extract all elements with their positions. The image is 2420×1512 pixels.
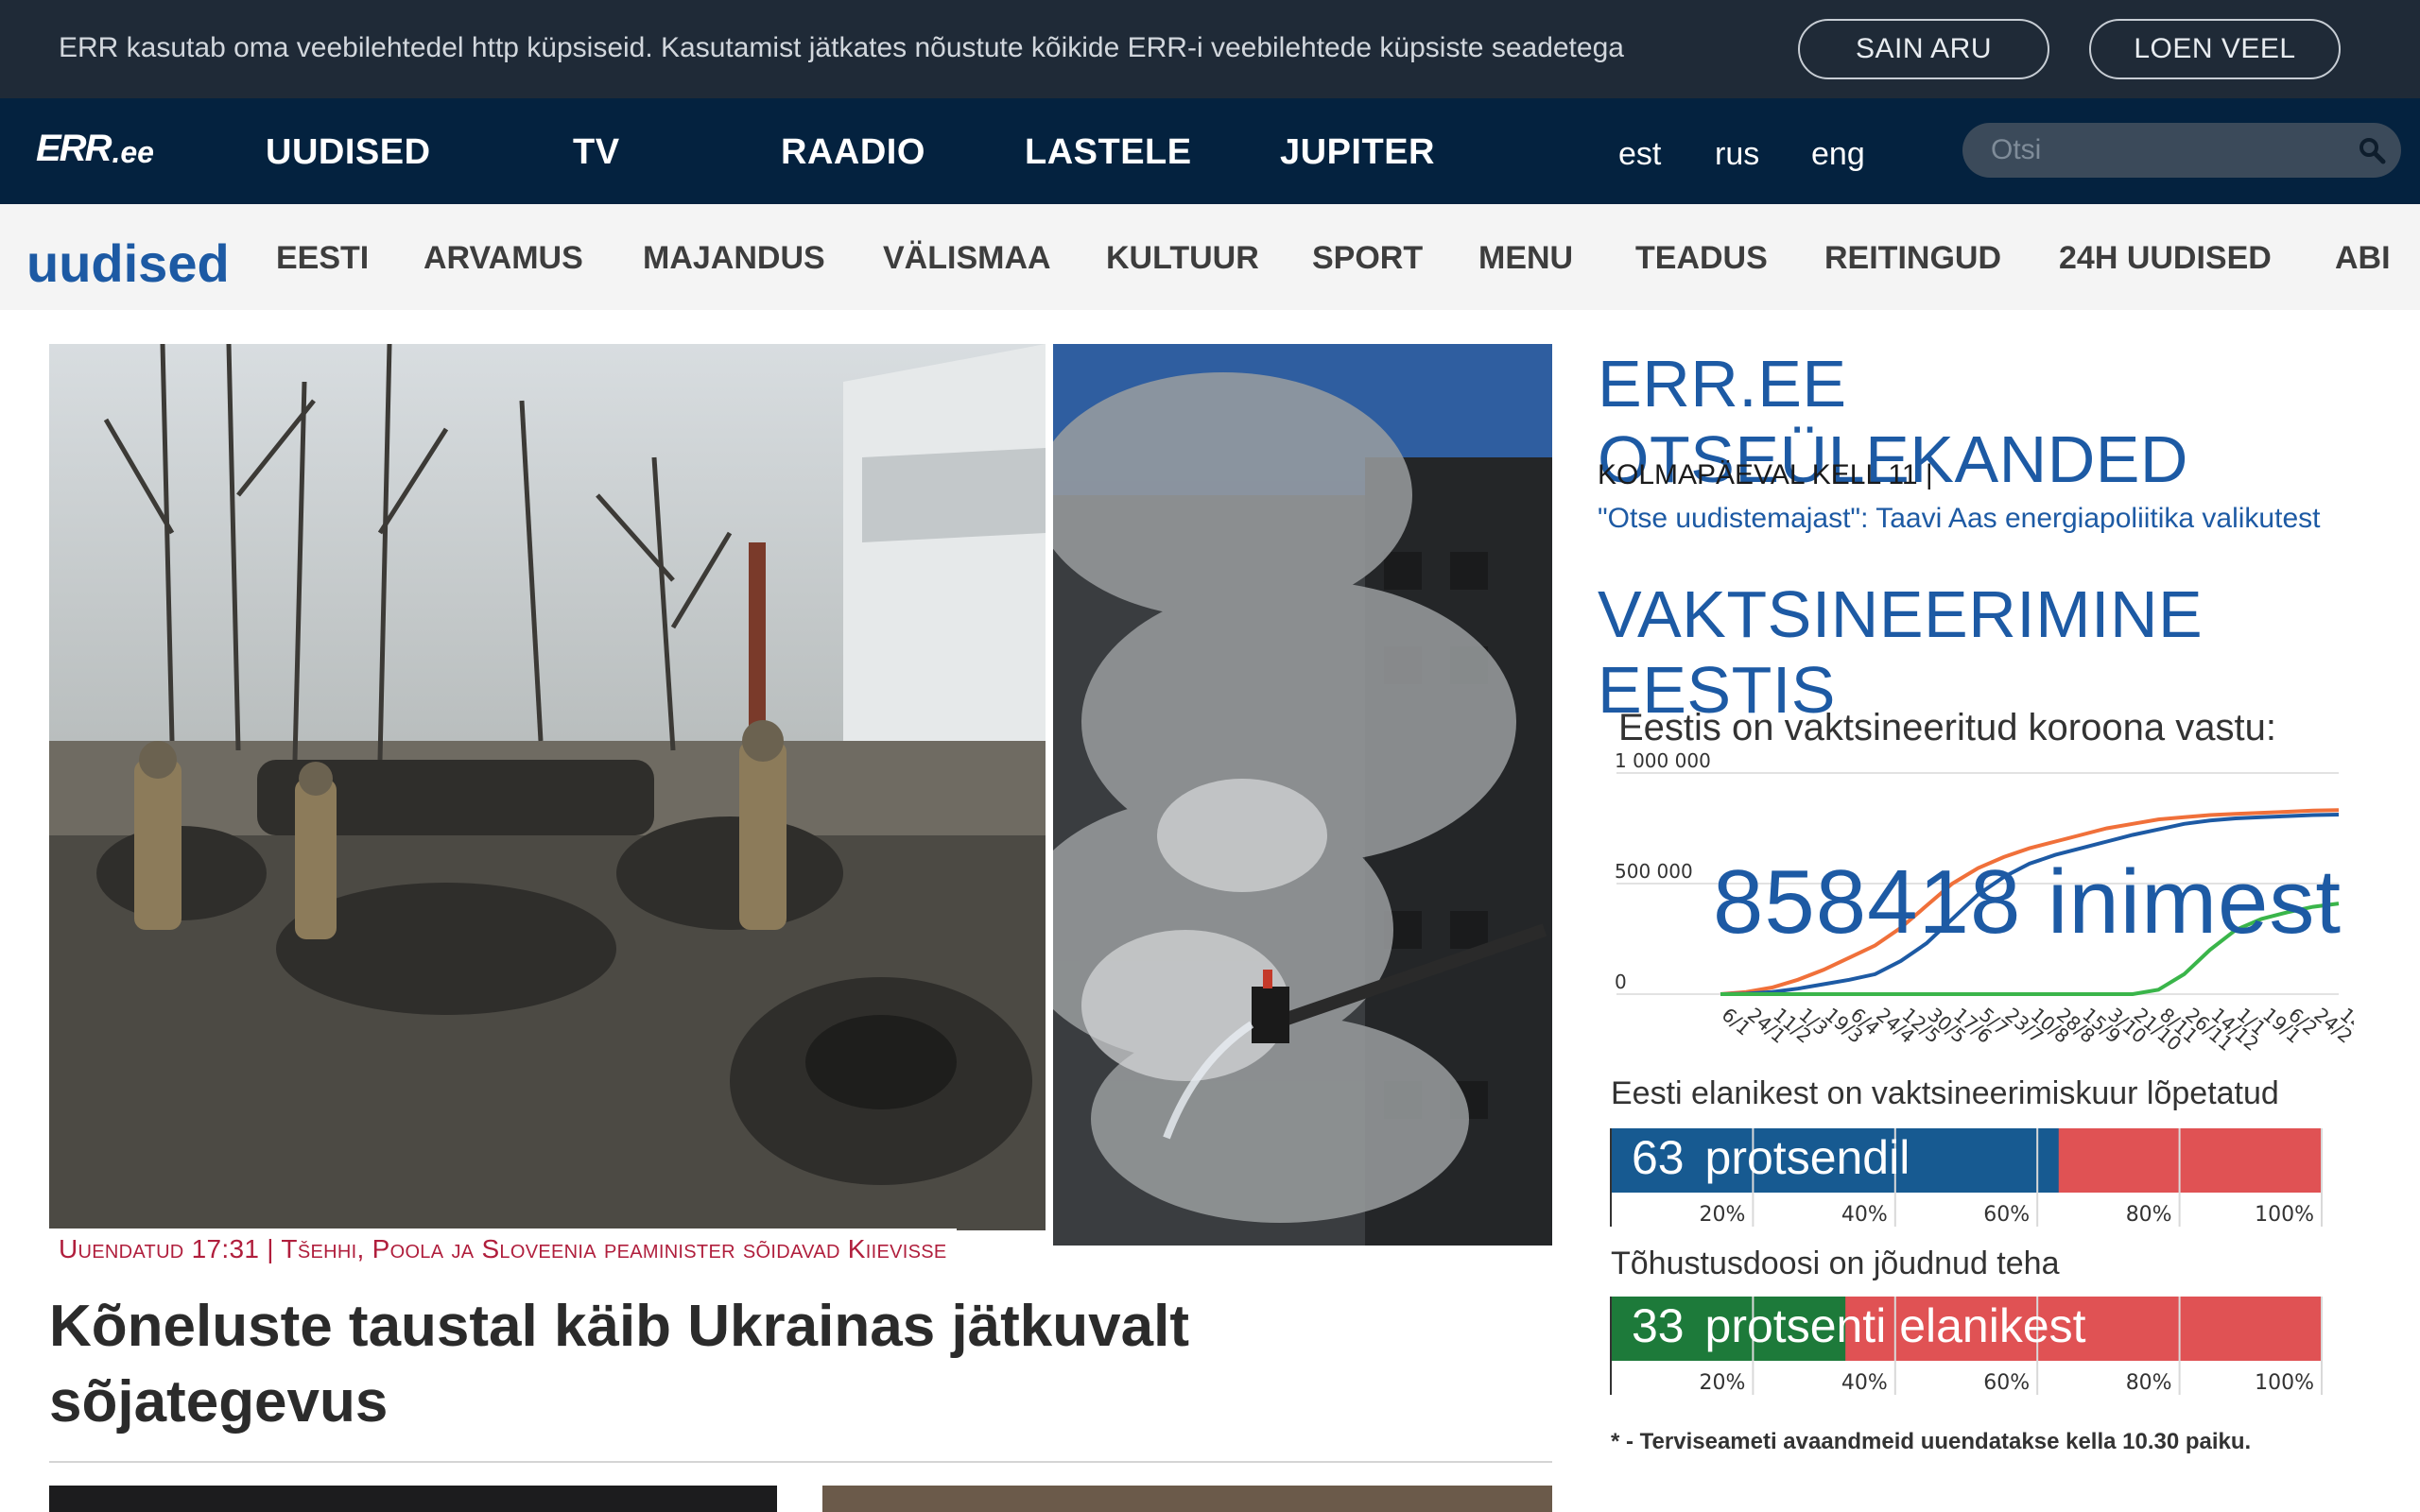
bar-tick-label: 100% [2255, 1371, 2314, 1395]
topnav-item-tv[interactable]: TV [573, 132, 620, 173]
language-est[interactable]: est [1618, 136, 1661, 173]
cookie-text: ERR kasutab oma veebilehtedel http küpsi… [59, 32, 1624, 63]
topnav-item-raadio[interactable]: RAADIO [781, 132, 925, 173]
language-rus[interactable]: rus [1715, 136, 1759, 173]
subnav-item-teadus[interactable]: TEADUS [1635, 240, 1768, 277]
err-logo[interactable]: ERR .ee [36, 128, 154, 170]
subnav-item-24h-uudised[interactable]: 24H UUDISED [2059, 240, 2272, 277]
data-footnote: * - Terviseameti avaandmeid uuendatakse … [1611, 1429, 2252, 1454]
booster-value: 33 [1632, 1299, 1685, 1352]
headline-line-2: sõjategevus [49, 1369, 389, 1435]
live-broadcast-link[interactable]: "Otse uudistemajast": Taavi Aas energiap… [1598, 503, 2320, 535]
y-tick-label: 500 000 [1615, 860, 1693, 883]
subnav-item-majandus[interactable]: MAJANDUS [643, 240, 825, 277]
bar-tick-label: 60% [1983, 1371, 2030, 1395]
vaccinated-count-value: 858418 [1713, 851, 2022, 953]
subnav-item-arvamus[interactable]: ARVAMUS [424, 240, 583, 277]
y-tick-label: 0 [1615, 971, 1627, 993]
bar-tick-label: 60% [1983, 1203, 2030, 1227]
booster-label: 33 protsenti elanikest [1632, 1298, 2086, 1353]
battlefield-photo [49, 344, 1046, 1230]
search-icon[interactable] [2358, 136, 2386, 164]
subnav-item-valismaa[interactable]: VÄLISMAA [883, 240, 1051, 277]
logo-text: ERR [36, 128, 112, 169]
search-box [1962, 123, 2401, 178]
hero-image-battlefield[interactable] [49, 344, 1046, 1230]
bar-tick-label: 40% [1841, 1371, 1888, 1395]
subnav-item-reitingud[interactable]: REITINGUD [1824, 240, 2001, 277]
complete-course-value: 63 [1632, 1131, 1685, 1184]
booster-caption: Tõhustusdoosi on jõudnud teha [1611, 1246, 2060, 1281]
language-eng[interactable]: eng [1811, 136, 1865, 173]
complete-course-caption: Eesti elanikest on vaktsineerimiskuur lõ… [1611, 1075, 2279, 1111]
subnav-item-menu[interactable]: MENU [1478, 240, 1573, 277]
bar-tick-label: 100% [2255, 1203, 2314, 1227]
article-kicker[interactable]: Uuendatud 17:31 | Tšehhi, Poola ja Slove… [49, 1228, 957, 1272]
logo-suffix: .ee [112, 135, 154, 169]
bar-tick-label: 20% [1699, 1203, 1745, 1227]
hero-image-divider [1046, 344, 1053, 1246]
topnav-item-uudised[interactable]: UUDISED [266, 132, 431, 173]
topnav-item-jupiter[interactable]: JUPITER [1280, 132, 1435, 173]
fire-photo [1053, 344, 1552, 1246]
vaccination-subtitle: Eestis on vaktsineeritud koroona vastu: [1618, 707, 2276, 748]
article-headline[interactable]: Kõneluste taustal käib Ukrainas jätkuval… [49, 1289, 1524, 1440]
complete-course-unit: protsendil [1704, 1131, 1910, 1184]
bar-tick-label: 80% [2126, 1371, 2172, 1395]
booster-unit: protsenti elanikest [1704, 1299, 2086, 1352]
y-tick-label: 1 000 000 [1615, 752, 1711, 772]
cookie-read-more-button[interactable]: LOEN VEEL [2089, 19, 2341, 79]
vaccinated-count-unit: inimest [2048, 851, 2342, 953]
bar-tick-label: 80% [2126, 1203, 2172, 1227]
section-brand-uudised[interactable]: uudised [26, 232, 230, 294]
article-divider [49, 1461, 1552, 1463]
complete-course-label: 63 protsendil [1632, 1130, 1910, 1185]
hero-image-fire[interactable] [1053, 344, 1552, 1246]
subnav-item-sport[interactable]: SPORT [1312, 240, 1423, 277]
live-broadcast-time: KOLMAPÄEVAL KELL 11 | [1598, 459, 1933, 490]
bar-tick-label: 40% [1841, 1203, 1888, 1227]
search-input[interactable] [1991, 132, 2341, 168]
vaccination-title[interactable]: VAKTSINEERIMINE EESTIS [1598, 576, 2420, 728]
subnav-item-kultuur[interactable]: KULTUUR [1106, 240, 1259, 277]
subnav-item-eesti[interactable]: EESTI [276, 240, 369, 277]
vaccinated-count: 858418 inimest [1713, 850, 2342, 954]
cookie-accept-button[interactable]: SAIN ARU [1798, 19, 2049, 79]
section-navigation: uudised EESTI ARVAMUS MAJANDUS VÄLISMAA … [0, 204, 2420, 310]
cookie-banner: ERR kasutab oma veebilehtedel http küpsi… [0, 0, 2420, 98]
headline-line-1: Kõneluste taustal käib Ukrainas jätkuval… [49, 1294, 1189, 1359]
subnav-item-abi[interactable]: ABI [2335, 240, 2391, 277]
article-thumbnail-1[interactable] [49, 1486, 777, 1512]
topnav-item-lastele[interactable]: LASTELE [1025, 132, 1192, 173]
top-navigation: ERR .ee UUDISED TV RAADIO LASTELE JUPITE… [0, 98, 2420, 204]
article-thumbnail-2[interactable] [822, 1486, 1552, 1512]
bar-tick-label: 20% [1699, 1371, 1745, 1395]
